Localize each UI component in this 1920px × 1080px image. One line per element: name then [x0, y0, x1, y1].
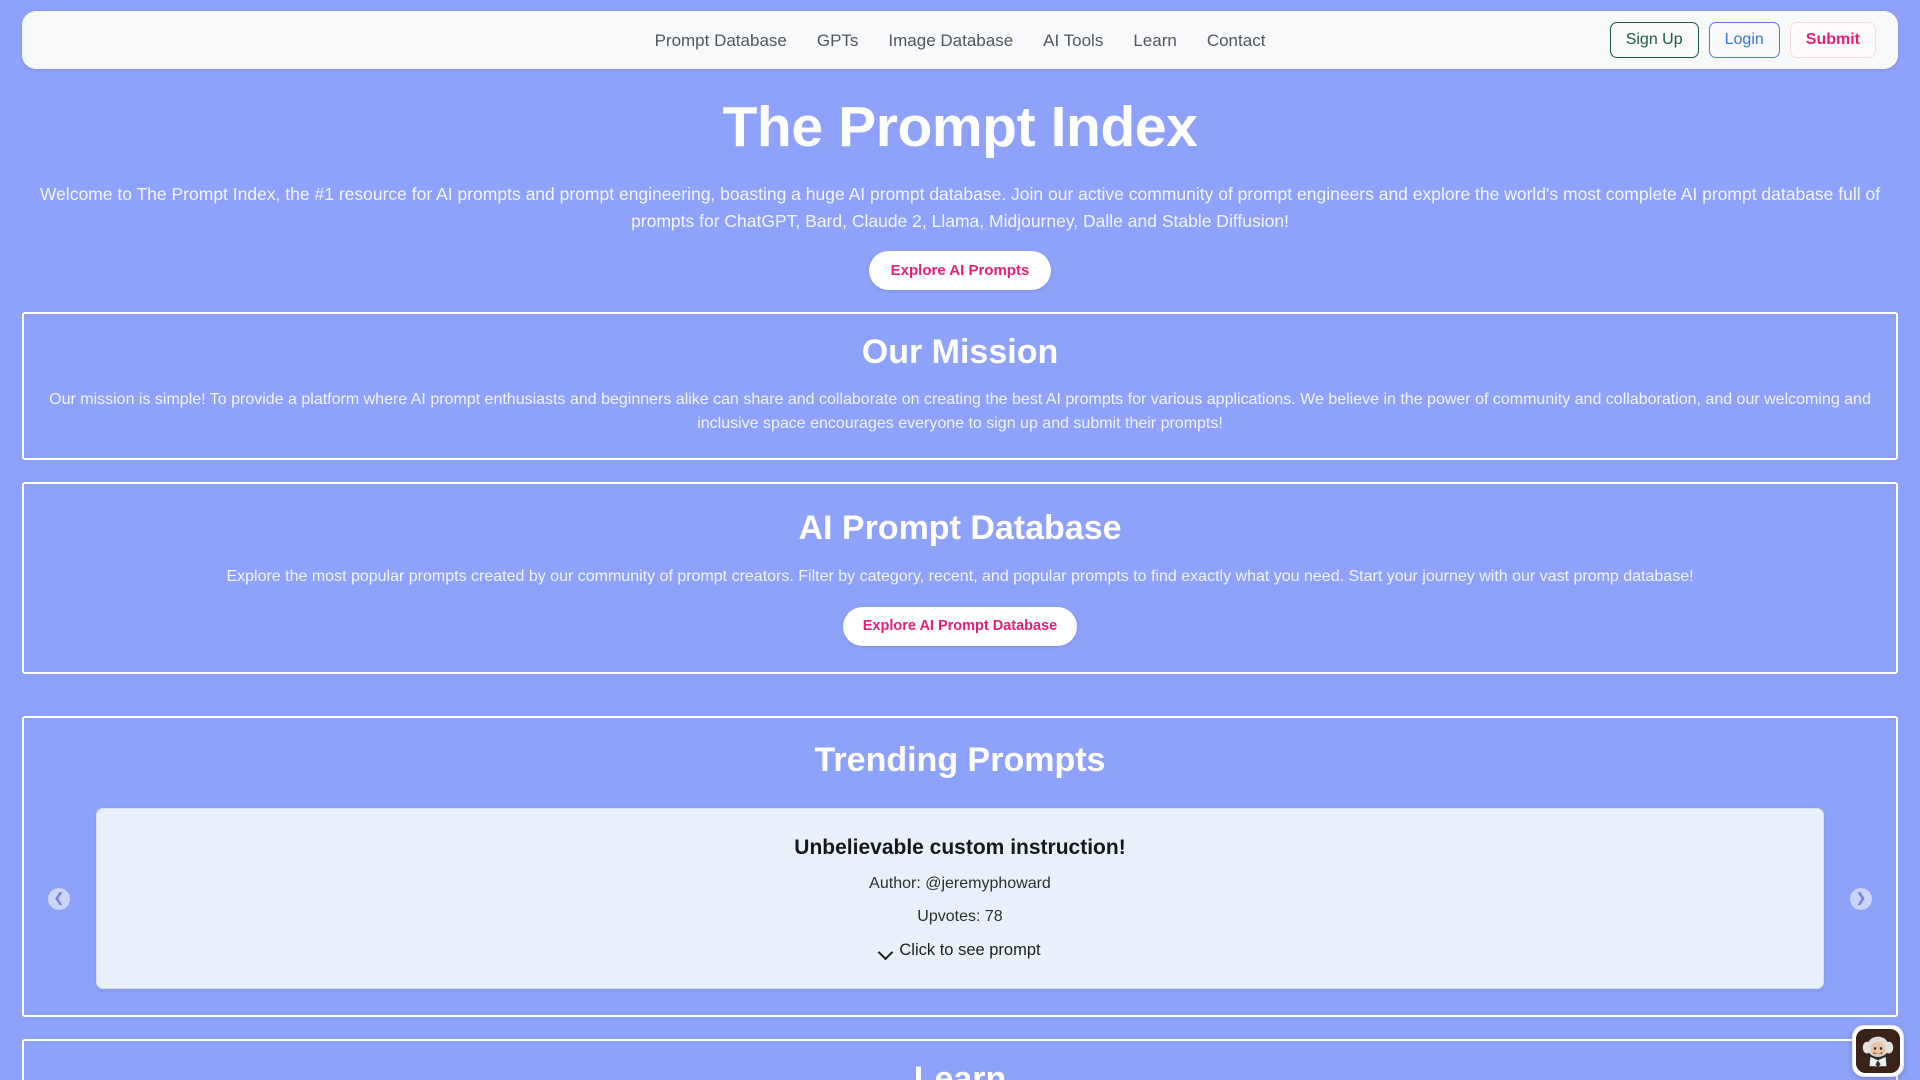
login-button[interactable]: Login: [1708, 22, 1780, 58]
chat-widget[interactable]: [1852, 1025, 1904, 1077]
database-description: Explore the most popular prompts created…: [226, 568, 1694, 586]
page-title: The Prompt Index: [722, 95, 1198, 159]
learn-title: Learn: [913, 1060, 1007, 1080]
explore-ai-prompts-button[interactable]: Explore AI Prompts: [868, 250, 1052, 290]
nav-actions: Sign Up Login Submit: [1609, 22, 1876, 58]
page-root: Prompt Database GPTs Image Database AI T…: [0, 11, 1920, 1080]
explore-ai-prompt-database-button[interactable]: Explore AI Prompt Database: [842, 607, 1078, 646]
prompt-card-expand-label: Click to see prompt: [899, 941, 1041, 960]
nav-link-gpts[interactable]: GPTs: [817, 32, 859, 49]
nav-link-ai-tools[interactable]: AI Tools: [1043, 32, 1103, 49]
mission-title: Our Mission: [861, 332, 1059, 371]
prompt-card-title: Unbelievable custom instruction!: [794, 836, 1126, 860]
hero-section: The Prompt Index Welcome to The Prompt I…: [22, 69, 1898, 290]
nav-link-contact[interactable]: Contact: [1207, 32, 1266, 49]
einstein-avatar-icon: [1856, 1029, 1900, 1073]
prompt-card-author: Author: @jeremyphoward: [869, 874, 1051, 892]
hero-description: Welcome to The Prompt Index, the #1 reso…: [39, 183, 1881, 231]
mission-description: Our mission is simple! To provide a plat…: [49, 391, 1871, 433]
nav-link-learn[interactable]: Learn: [1133, 32, 1176, 49]
trending-prompt-card[interactable]: Unbelievable custom instruction! Author:…: [96, 808, 1824, 990]
prompt-card-expand-toggle[interactable]: Click to see prompt: [879, 941, 1040, 960]
chevron-left-icon[interactable]: ❮: [48, 887, 70, 910]
submit-button[interactable]: Submit: [1789, 22, 1876, 58]
database-title: AI Prompt Database: [798, 509, 1122, 548]
trending-section: Trending Prompts ❮ Unbelievable custom i…: [22, 715, 1898, 1018]
sign-up-button[interactable]: Sign Up: [1609, 22, 1699, 58]
navbar: Prompt Database GPTs Image Database AI T…: [22, 11, 1898, 69]
prompt-card-upvotes: Upvotes: 78: [917, 908, 1003, 926]
mission-section: Our Mission Our mission is simple! To pr…: [22, 311, 1898, 461]
chevron-down-icon: [879, 947, 892, 955]
nav-link-image-database[interactable]: Image Database: [888, 32, 1013, 49]
learn-section: Learn Explore the world of AI prompts an…: [22, 1039, 1898, 1080]
database-section: AI Prompt Database Explore the most popu…: [22, 482, 1898, 674]
chevron-right-icon[interactable]: ❯: [1850, 887, 1872, 910]
trending-title: Trending Prompts: [814, 740, 1106, 779]
trending-carousel: ❮ Unbelievable custom instruction! Autho…: [48, 808, 1872, 990]
nav-link-prompt-database[interactable]: Prompt Database: [655, 32, 787, 49]
